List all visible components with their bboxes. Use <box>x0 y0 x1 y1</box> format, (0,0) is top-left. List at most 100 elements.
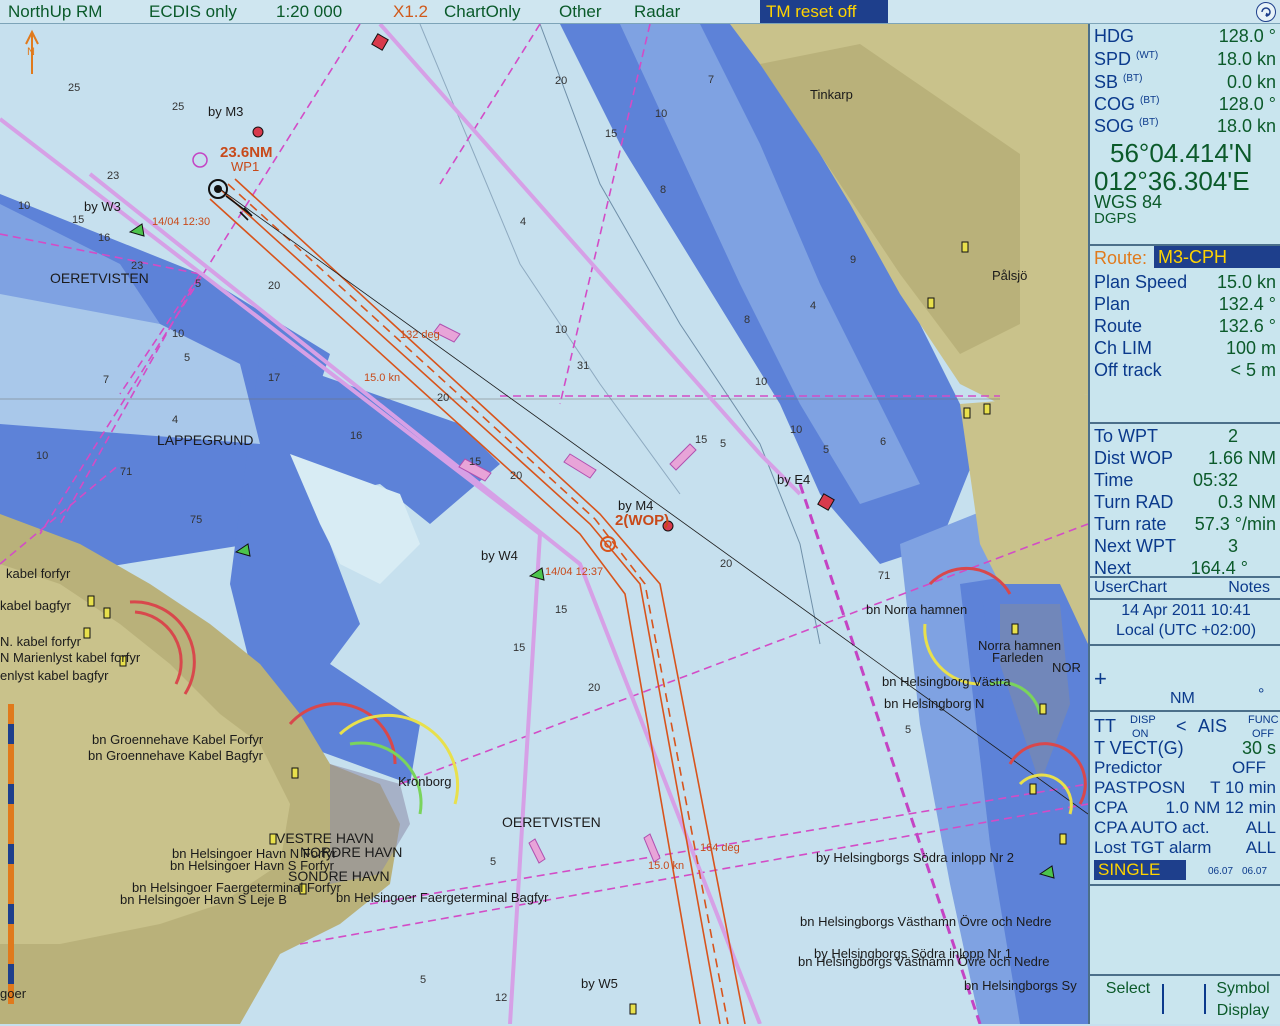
userchart-button[interactable]: UserChart <box>1094 579 1167 596</box>
tm-reset-button[interactable]: TM reset off <box>760 0 888 23</box>
cursor-deg: ° <box>1258 686 1265 703</box>
place-label-kronborg: Kronborg <box>398 774 452 789</box>
light-label-kabel-bagfyr: kabel bagfyr <box>0 598 71 613</box>
ch-lim-label: Ch LIM <box>1094 338 1153 358</box>
zoom-button[interactable]: X1.2 <box>393 2 428 22</box>
buoy-label-m4: by M4 <box>618 498 654 513</box>
cursor-plus-icon: + <box>1094 666 1107 691</box>
route-section: Route: M3-CPH Plan Speed 15.0 kn Plan 132.… <box>1090 244 1280 422</box>
course-label-132: 132 deg <box>400 329 440 341</box>
display-button[interactable]: ChartOnly <box>444 2 521 22</box>
area-label-oeretvisten-2: OERETVISTEN <box>502 814 601 830</box>
cpa-value: 1.0 NM 12 min <box>1165 798 1276 817</box>
route-course-value: 132.6 ° <box>1218 316 1276 336</box>
cog-label: COG <box>1094 94 1136 114</box>
light-label-helsingoer-leje: bn Helsingoer Havn S Leje B <box>120 892 287 907</box>
orientation-button[interactable]: NorthUp RM <box>8 2 102 22</box>
next-wpt-value: 3 <box>1227 536 1238 556</box>
light-label-helsingborg-vastra: bn Helsingborg Västra <box>882 674 1011 689</box>
divider-2 <box>1204 984 1206 1014</box>
date-value: 14 Apr 2011 10:41 <box>1121 602 1251 619</box>
scale-button[interactable]: 1:20 000 <box>276 2 342 22</box>
plan-label: Plan <box>1094 294 1131 314</box>
dist-wop-label: Dist WOP <box>1094 448 1173 468</box>
turn-rad-value: 0.3 NM <box>1217 492 1276 512</box>
notes-button[interactable]: Notes <box>1228 579 1270 597</box>
turn-rate-value: 57.3 °/min <box>1194 514 1276 534</box>
chart-view[interactable]: 25 25 23 10 15 16 23 5 20 10 5 17 7 4 10… <box>0 24 1088 1024</box>
other-button[interactable]: Other <box>559 2 602 22</box>
buoy-label-e4: by E4 <box>777 472 811 487</box>
display-button-bottom[interactable]: Display <box>1208 1002 1278 1020</box>
mode-button[interactable]: ECDIS only <box>149 2 237 22</box>
time-label: Time <box>1094 470 1134 490</box>
tvect-value: 30 s <box>1241 738 1276 758</box>
lost-tgt-label: Lost TGT alarm <box>1094 838 1212 857</box>
light-label-groennehave-bagfyr: bn Groennehave Kabel Bagfyr <box>88 748 263 763</box>
plan-speed-label: Plan Speed <box>1094 272 1188 292</box>
userchart-section: UserChart Notes <box>1090 576 1280 600</box>
top-toolbar: NorthUp RM ECDIS only 1:20 000 X1.2 Char… <box>0 0 1280 24</box>
single-button[interactable]: SINGLE <box>1094 860 1186 880</box>
waypoint-section: To WPT 2 Dist WOP 1.66 NM Time 05:32 Turn R… <box>1090 422 1280 578</box>
time-label-1: 14/04 12:30 <box>152 216 211 228</box>
plan-speed-value: 15.0 kn <box>1216 272 1276 292</box>
place-label-farleden: Farleden <box>992 650 1044 665</box>
buoy-label-sodra-2: by Helsingborgs Södra inlopp Nr 2 <box>816 850 1014 865</box>
target-section: TT DISP ON < AIS FUNC OFF T VECT(G) 30 s … <box>1090 710 1280 886</box>
sog-value: 18.0 kn <box>1216 116 1276 136</box>
place-label-palsjo: Pålsjö <box>992 268 1028 283</box>
spd-value: 18.0 kn <box>1216 49 1276 69</box>
route-course-label: Route <box>1094 316 1143 336</box>
datetime-section: 14 Apr 2011 10:41 Local (UTC +02:00) <box>1090 598 1280 644</box>
hdg-label: HDG <box>1094 26 1134 46</box>
route-name-field[interactable]: M3-CPH <box>1154 246 1280 268</box>
course-label-164: 164 deg <box>700 842 740 854</box>
area-label-lappegrund: LAPPEGRUND <box>157 432 254 448</box>
timezone-value: Local (UTC +02:00) <box>1115 622 1257 639</box>
off-track-label: Off track <box>1094 360 1162 380</box>
version-2: 06.07 <box>1242 866 1268 877</box>
hdg-value: 128.0 ° <box>1218 26 1276 46</box>
light-label-marienlyst-forfyr: N Marienlyst kabel forfyr <box>0 650 141 665</box>
bottom-buttons: Select Symbol Display <box>1090 974 1280 1026</box>
turn-rate-label: Turn rate <box>1094 514 1167 534</box>
light-label-vasthamn-1: bn Helsingborgs Västhamn Övre och Nedre <box>800 914 1052 929</box>
tvect-label: T VECT(G) <box>1094 738 1184 758</box>
fix-value: DGPS <box>1094 210 1137 227</box>
func-label: FUNC <box>1248 714 1279 726</box>
info-panel: HDG 128.0 ° SPD (WT) 18.0 kn SB (BT) 0.0 kn… <box>1088 24 1280 1024</box>
waypoint-label-wp1: WP1 <box>231 159 260 174</box>
select-button[interactable]: Select <box>1098 980 1158 998</box>
light-label-kabel-forfyr: kabel forfyr <box>6 566 71 581</box>
cpa-auto-value: ALL <box>1245 818 1276 837</box>
disp-label: DISP <box>1130 714 1156 726</box>
lost-tgt-value: ALL <box>1245 838 1276 857</box>
sb-sub: (BT) <box>1123 73 1143 84</box>
next-course-label: Next <box>1094 558 1132 578</box>
dist-wop-value: 1.66 NM <box>1207 448 1276 468</box>
place-label-nor: NOR <box>1052 660 1081 675</box>
spd-sub: (WT) <box>1136 50 1159 61</box>
radar-button[interactable]: Radar <box>634 2 680 22</box>
cursor-unit: NM <box>1170 690 1195 707</box>
waypoint-label-wop: 2(WOP) <box>615 512 670 529</box>
buoy-label-w5: by W5 <box>581 976 618 991</box>
speed-label-2: 15.0 kn <box>648 860 685 872</box>
chart-canvas[interactable] <box>0 24 1088 1024</box>
time-label-2: 14/04 12:37 <box>545 566 604 578</box>
symbol-button[interactable]: Symbol <box>1208 980 1278 998</box>
off-track-value: < 5 m <box>1230 360 1276 380</box>
place-label-tinkarp: Tinkarp <box>810 87 853 102</box>
ch-lim-value: 100 m <box>1225 338 1276 358</box>
compass-icon[interactable] <box>1256 2 1276 22</box>
pastposn-value: T 10 min <box>1210 778 1276 797</box>
predictor-label: Predictor <box>1094 758 1163 777</box>
buoy-label-m3: by M3 <box>208 104 244 119</box>
spd-label: SPD <box>1094 49 1132 69</box>
to-wpt-value: 2 <box>1227 426 1238 446</box>
buoy-label-w4: by W4 <box>481 548 518 563</box>
buoy-label-w3: by W3 <box>84 199 121 214</box>
light-label-norra-hamnen: bn Norra hamnen <box>866 602 968 617</box>
speed-label-1: 15.0 kn <box>364 372 401 384</box>
